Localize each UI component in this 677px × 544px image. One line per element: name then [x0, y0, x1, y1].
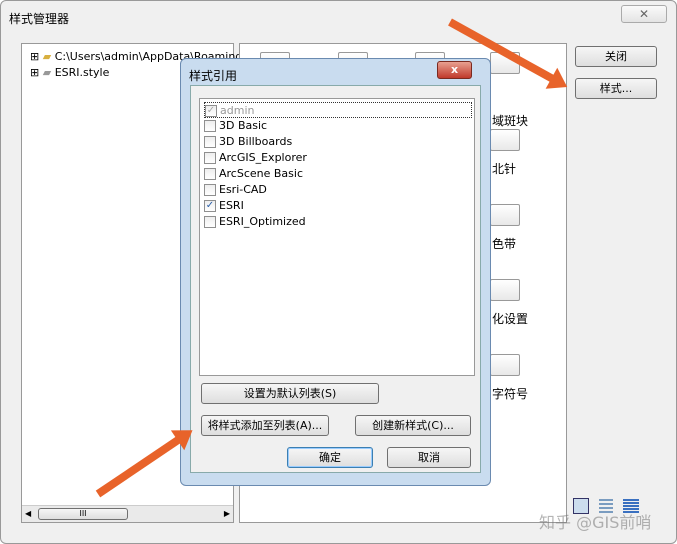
style-list-item[interactable]: ✓ admin	[204, 102, 472, 118]
dialog-body: ✓ admin 3D Basic 3D Billboards ArcGIS_Explor…	[190, 85, 481, 473]
item-label: ArcScene Basic	[219, 167, 304, 180]
item-label: admin	[220, 104, 255, 117]
scroll-thumb[interactable]: III	[38, 508, 128, 520]
folder-icon: ▰	[42, 66, 52, 79]
folder-label: 北针	[492, 162, 517, 176]
style-list-item[interactable]: ✓ ESRI	[204, 198, 244, 214]
watermark: 知乎 @GIS前哨	[539, 513, 652, 532]
item-label: ArcGIS_Explorer	[219, 151, 307, 164]
styles-button[interactable]: 样式...	[575, 78, 657, 99]
dialog-close-button[interactable]: x	[437, 61, 472, 79]
checkbox[interactable]	[204, 184, 216, 196]
folder-label: 色带	[492, 237, 517, 251]
folder-icon[interactable]	[490, 204, 520, 226]
checkbox[interactable]	[204, 216, 216, 228]
style-list-item[interactable]: ArcScene Basic	[204, 166, 303, 182]
horizontal-scrollbar[interactable]: ◀ III ▶	[22, 505, 233, 522]
item-label: ESRI_Optimized	[219, 215, 306, 228]
checkbox[interactable]: ✓	[205, 105, 217, 117]
checkbox[interactable]: ✓	[204, 200, 216, 212]
scroll-right-icon[interactable]: ▶	[224, 509, 230, 518]
folder-icon[interactable]	[490, 354, 520, 376]
window-close-button[interactable]: ✕	[621, 5, 667, 23]
folder-icon[interactable]	[490, 279, 520, 301]
style-list[interactable]: ✓ admin 3D Basic 3D Billboards ArcGIS_Explor…	[199, 98, 475, 376]
dialog-title: 样式引用	[189, 69, 238, 83]
item-label: 3D Basic	[219, 119, 268, 132]
style-list-item[interactable]: ArcGIS_Explorer	[204, 150, 307, 166]
item-label: Esri-CAD	[219, 183, 267, 196]
style-references-dialog: 样式引用 x ✓ admin 3D Basic 3D Billboards ArcGIS…	[180, 58, 491, 486]
window-title: 样式管理器	[9, 12, 70, 26]
folder-icon[interactable]	[490, 129, 520, 151]
checkbox[interactable]	[204, 120, 216, 132]
create-new-style-button[interactable]: 创建新样式(C)...	[355, 415, 471, 436]
checkbox[interactable]	[204, 136, 216, 148]
style-list-item[interactable]: ESRI_Optimized	[204, 214, 306, 230]
style-list-item[interactable]: Esri-CAD	[204, 182, 267, 198]
add-to-list-button[interactable]: 将样式添加至列表(A)...	[201, 415, 329, 436]
item-label: ESRI	[219, 199, 244, 212]
close-button[interactable]: 关闭	[575, 46, 657, 67]
style-list-item[interactable]: 3D Basic	[204, 118, 267, 134]
set-default-button[interactable]: 设置为默认列表(S)	[201, 383, 379, 404]
cancel-button[interactable]: 取消	[387, 447, 471, 468]
folder-label: 字符号	[492, 387, 529, 401]
folder-open-icon: ▰	[42, 50, 52, 63]
checkbox[interactable]	[204, 168, 216, 180]
tree-item[interactable]: ⊞ ▰ ESRI.style	[30, 66, 109, 79]
ok-button[interactable]: 确定	[287, 447, 373, 468]
scroll-left-icon[interactable]: ◀	[25, 509, 31, 518]
item-label: 3D Billboards	[219, 135, 293, 148]
folder-label: 化设置	[492, 312, 529, 326]
style-list-item[interactable]: 3D Billboards	[204, 134, 292, 150]
checkbox[interactable]	[204, 152, 216, 164]
folder-label: 域斑块	[492, 114, 529, 128]
